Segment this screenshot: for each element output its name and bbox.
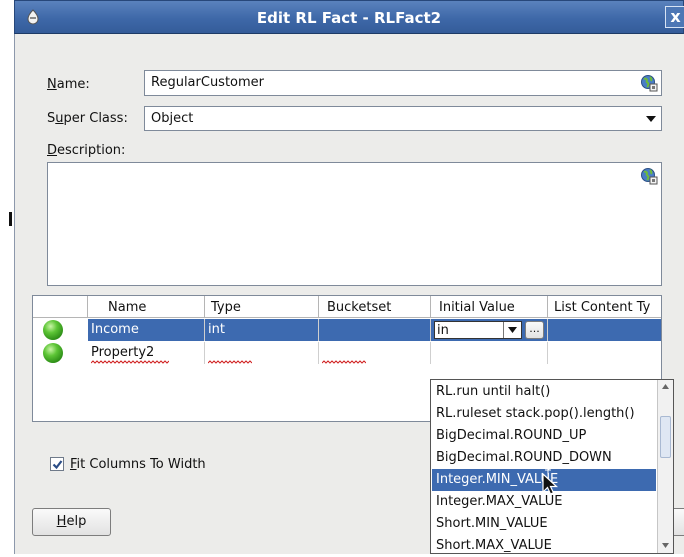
scroll-up-icon[interactable] [661, 383, 670, 390]
name-label: Name: [47, 77, 90, 92]
window-title: Edit RL Fact - RLFact2 [256, 9, 442, 27]
list-item[interactable]: BigDecimal.ROUND_DOWN [432, 447, 656, 469]
list-item[interactable]: RL.ruleset stack.pop().length() [432, 403, 656, 425]
window-edge-marker [9, 212, 12, 226]
cell-initial-value[interactable]: in ... [431, 319, 548, 341]
status-ok-icon [43, 320, 63, 340]
description-textarea[interactable] [47, 162, 662, 286]
checkmark-icon [52, 460, 63, 470]
spellcheck-underline [91, 360, 169, 364]
scroll-down-icon[interactable] [661, 542, 670, 549]
dropdown-scrollbar[interactable] [657, 380, 673, 553]
fit-columns-label[interactable]: Fit Columns To Width [70, 457, 206, 472]
superclass-value: Object [151, 111, 194, 126]
name-value: RegularCustomer [151, 75, 265, 90]
close-icon: x [670, 7, 681, 26]
table-header-status [33, 296, 88, 318]
cell-initial-value[interactable] [431, 342, 548, 364]
initial-value-dropdown-list[interactable]: RL.run until halt() RL.ruleset stack.pop… [430, 379, 674, 554]
cell-name[interactable]: Income [88, 319, 205, 341]
column-header-bucketset[interactable]: Bucketset [319, 296, 431, 318]
cell-type[interactable]: int [205, 319, 319, 341]
spellcheck-underline [322, 360, 366, 364]
title-bar[interactable]: Edit RL Fact - RLFact2 x [14, 0, 684, 34]
browse-button[interactable]: ... [525, 321, 544, 339]
chevron-down-icon [646, 116, 656, 122]
translate-globe-icon[interactable] [640, 167, 658, 185]
column-header-name[interactable]: Name [88, 296, 205, 318]
table-row[interactable]: Property2 [33, 342, 661, 364]
translate-globe-icon[interactable] [640, 74, 658, 92]
initial-value-combo[interactable]: in [434, 321, 522, 339]
cell-name[interactable]: Property2 [88, 342, 205, 364]
column-header-initial-value[interactable]: Initial Value [431, 296, 548, 318]
mouse-cursor-icon [542, 468, 559, 495]
description-label: Description: [47, 143, 126, 158]
cell-bucketset[interactable] [319, 319, 431, 341]
cell-type[interactable] [205, 342, 319, 364]
spellcheck-underline [208, 360, 252, 364]
scrollbar-thumb[interactable] [660, 416, 671, 458]
initial-value-input[interactable]: in [437, 323, 449, 338]
cell-bucketset[interactable] [319, 342, 431, 364]
list-item[interactable]: Short.MIN_VALUE [432, 513, 656, 535]
list-item[interactable]: BigDecimal.ROUND_UP [432, 425, 656, 447]
column-header-list-content-type[interactable]: List Content Ty [548, 296, 661, 318]
table-row[interactable]: Income int in ... [33, 319, 661, 341]
name-field[interactable]: RegularCustomer [144, 70, 662, 96]
close-button[interactable]: x [665, 6, 684, 28]
fit-columns-checkbox[interactable] [50, 457, 64, 471]
chevron-down-icon [508, 327, 517, 333]
help-button[interactable]: Help [32, 508, 111, 536]
superclass-label: Super Class: [47, 111, 128, 126]
cell-list-content-type[interactable] [548, 342, 661, 364]
list-item[interactable]: RL.run until halt() [432, 381, 656, 403]
initial-value-dropdown-button[interactable] [503, 322, 521, 338]
status-ok-icon [43, 343, 63, 363]
superclass-select[interactable]: Object [144, 106, 662, 131]
column-header-type[interactable]: Type [205, 296, 319, 318]
cell-list-content-type[interactable] [548, 319, 661, 341]
